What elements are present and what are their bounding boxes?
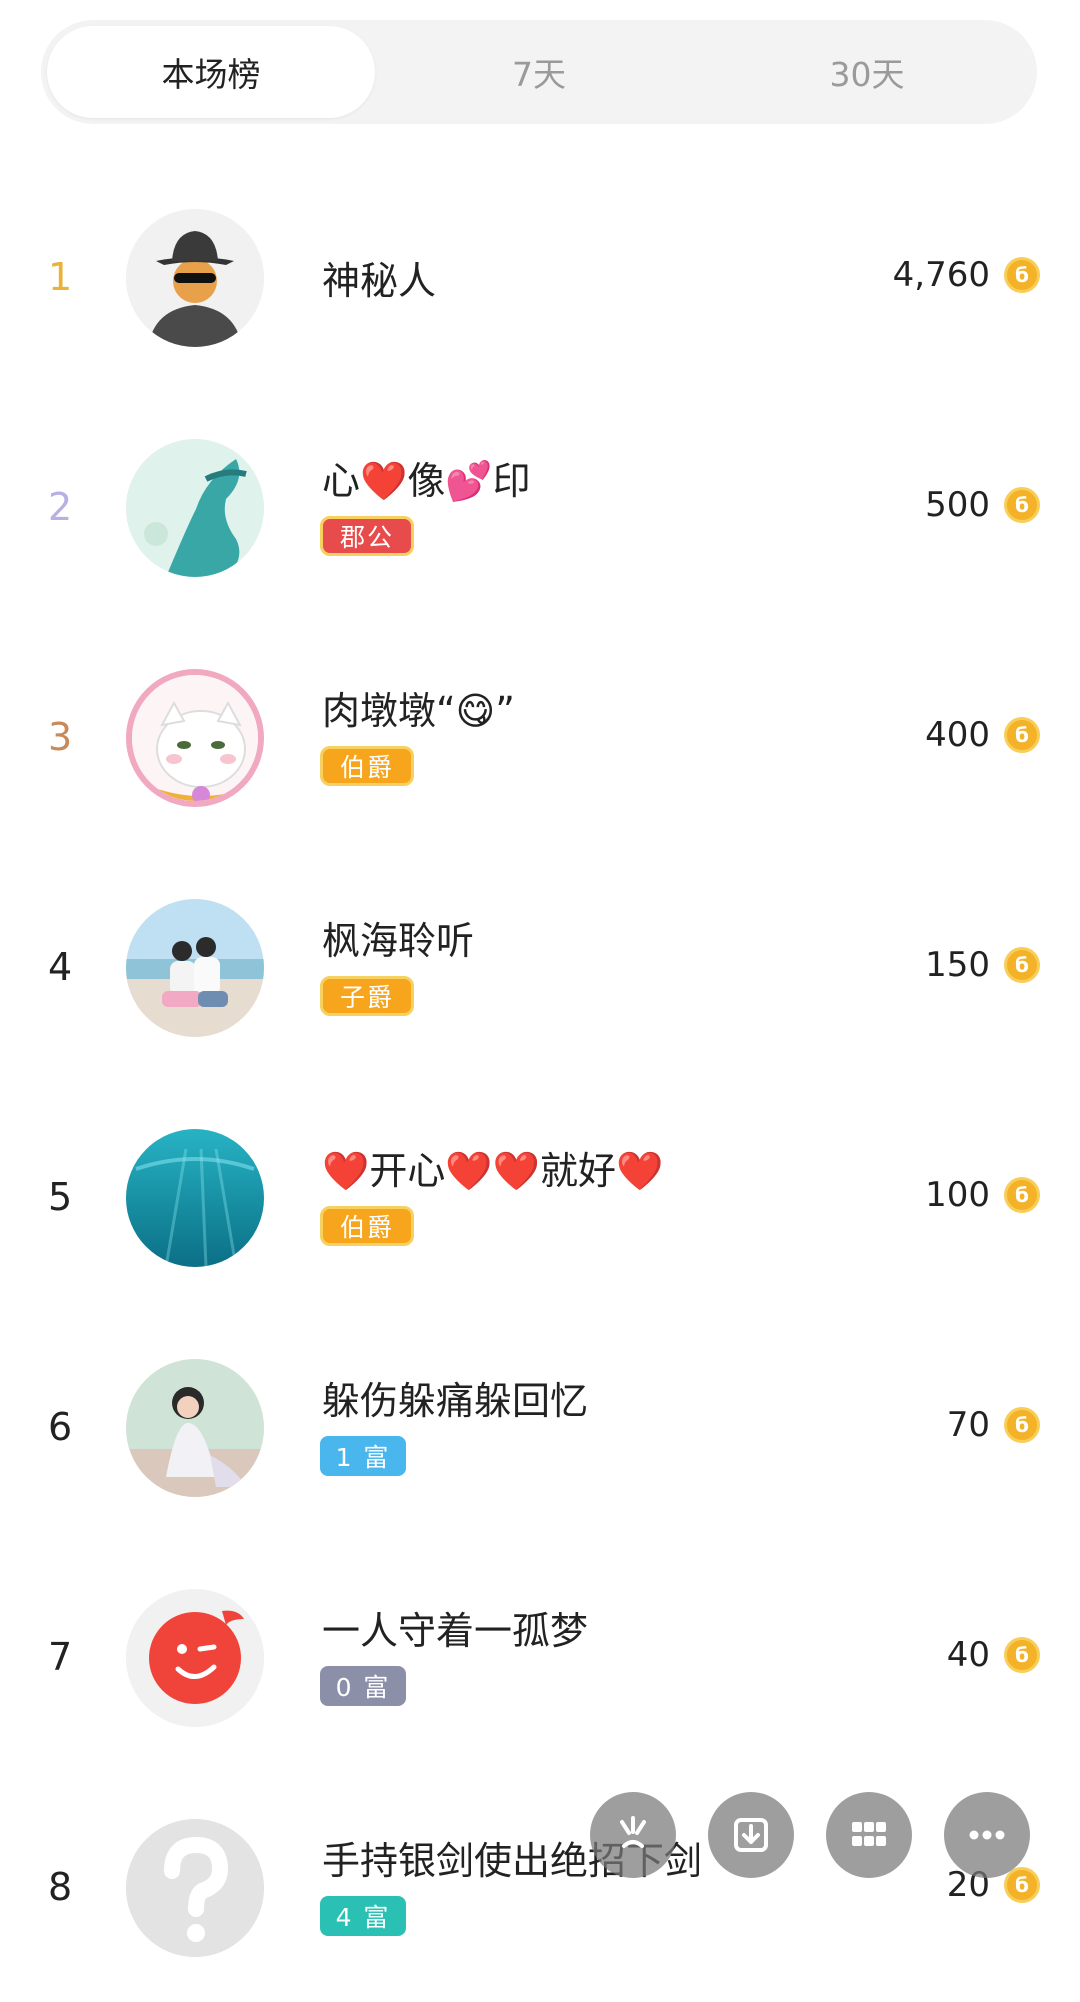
rank-number: 4: [48, 945, 73, 989]
score: 100: [925, 1175, 990, 1215]
avatar[interactable]: [126, 1359, 264, 1497]
coin-icon: б: [1004, 1867, 1040, 1903]
avatar[interactable]: [126, 1589, 264, 1727]
wealth-level-badge: 4 富: [320, 1896, 406, 1936]
grid-button[interactable]: [826, 1792, 912, 1878]
avatar[interactable]: [126, 669, 264, 807]
coin-icon: б: [1004, 1407, 1040, 1443]
cat-avatar-icon: [132, 675, 258, 801]
wealth-level-badge: 1 富: [320, 1436, 406, 1476]
username: 躲伤躲痛躲回忆: [322, 1379, 589, 1423]
avatar[interactable]: [126, 1129, 264, 1267]
coin-icon: б: [1004, 487, 1040, 523]
noble-rank-badge: 子爵: [320, 976, 414, 1016]
ranking-row-3[interactable]: 3 肉墩墩“😋” 伯爵 400 б: [0, 622, 1080, 852]
grid-icon: [852, 1822, 886, 1846]
score: 500: [925, 485, 990, 525]
download-icon: [734, 1818, 768, 1852]
username: 肉墩墩“😋”: [322, 689, 515, 733]
score: 150: [925, 945, 990, 985]
rank-number: 6: [48, 1405, 73, 1449]
username: ❤️开心❤️❤️就好❤️: [322, 1149, 664, 1193]
rank-number: 8: [48, 1865, 73, 1909]
coin-icon: б: [1004, 717, 1040, 753]
coin-icon: б: [1004, 257, 1040, 293]
sparkle-button[interactable]: [590, 1792, 676, 1878]
ranking-row-2[interactable]: 2 心❤️像💕印 郡公 500 б: [0, 392, 1080, 622]
ranking-row-4[interactable]: 4 枫海聆听 子爵 150 б: [0, 852, 1080, 1082]
ranking-row-5[interactable]: 5 ❤️开心❤️❤️就好❤️ 伯爵 100 б: [0, 1082, 1080, 1312]
rank-number: 3: [48, 715, 73, 759]
mystery-person-avatar-icon: [126, 209, 264, 347]
sparkle-icon: [620, 1816, 646, 1848]
rank-number: 1: [48, 255, 73, 299]
tab-current-session[interactable]: 本场榜: [47, 26, 375, 118]
score: 40: [946, 1635, 990, 1675]
wealth-level-badge: 0 富: [320, 1666, 406, 1706]
username: 神秘人: [322, 259, 437, 303]
rank-number: 5: [48, 1175, 73, 1219]
girl-photo-avatar-icon: [126, 1359, 264, 1497]
rank-number: 2: [48, 485, 73, 529]
tab-30-days[interactable]: 30天: [703, 26, 1031, 118]
avatar[interactable]: [126, 1819, 264, 1957]
coin-icon: б: [1004, 1637, 1040, 1673]
coin-icon: б: [1004, 1177, 1040, 1213]
avatar[interactable]: [126, 209, 264, 347]
coin-icon: б: [1004, 947, 1040, 983]
couple-beach-avatar-icon: [126, 899, 264, 1037]
more-button[interactable]: [944, 1792, 1030, 1878]
download-button[interactable]: [708, 1792, 794, 1878]
tab-7-days[interactable]: 7天: [375, 26, 703, 118]
ranking-row-7[interactable]: 7 一人守着一孤梦 0 富 40 б: [0, 1542, 1080, 1772]
question-mark-avatar-icon: [126, 1819, 264, 1957]
more-icon: [969, 1830, 1005, 1840]
ranking-row-8[interactable]: 8 手持银剑使出绝招下剑 4 富 20 б: [0, 1772, 1080, 2002]
score: 4,760: [892, 255, 990, 295]
username: 枫海聆听: [322, 919, 475, 963]
ranking-period-tabs: 本场榜 7天 30天: [41, 20, 1037, 124]
dragon-avatar-icon: [126, 439, 264, 577]
score: 70: [946, 1405, 990, 1445]
wink-face-avatar-icon: [126, 1589, 264, 1727]
username: 一人守着一孤梦: [322, 1609, 589, 1653]
rank-number: 7: [48, 1635, 73, 1679]
ocean-avatar-icon: [126, 1129, 264, 1267]
noble-rank-badge: 伯爵: [320, 1206, 414, 1246]
username: 心❤️像💕印: [322, 459, 531, 503]
noble-rank-badge: 伯爵: [320, 746, 414, 786]
score: 400: [925, 715, 990, 755]
avatar[interactable]: [126, 439, 264, 577]
noble-rank-badge: 郡公: [320, 516, 414, 556]
ranking-row-1[interactable]: 1 神秘人 4,760 б: [0, 162, 1080, 392]
ranking-row-6[interactable]: 6 躲伤躲痛躲回忆 1 富 70 б: [0, 1312, 1080, 1542]
avatar[interactable]: [126, 899, 264, 1037]
